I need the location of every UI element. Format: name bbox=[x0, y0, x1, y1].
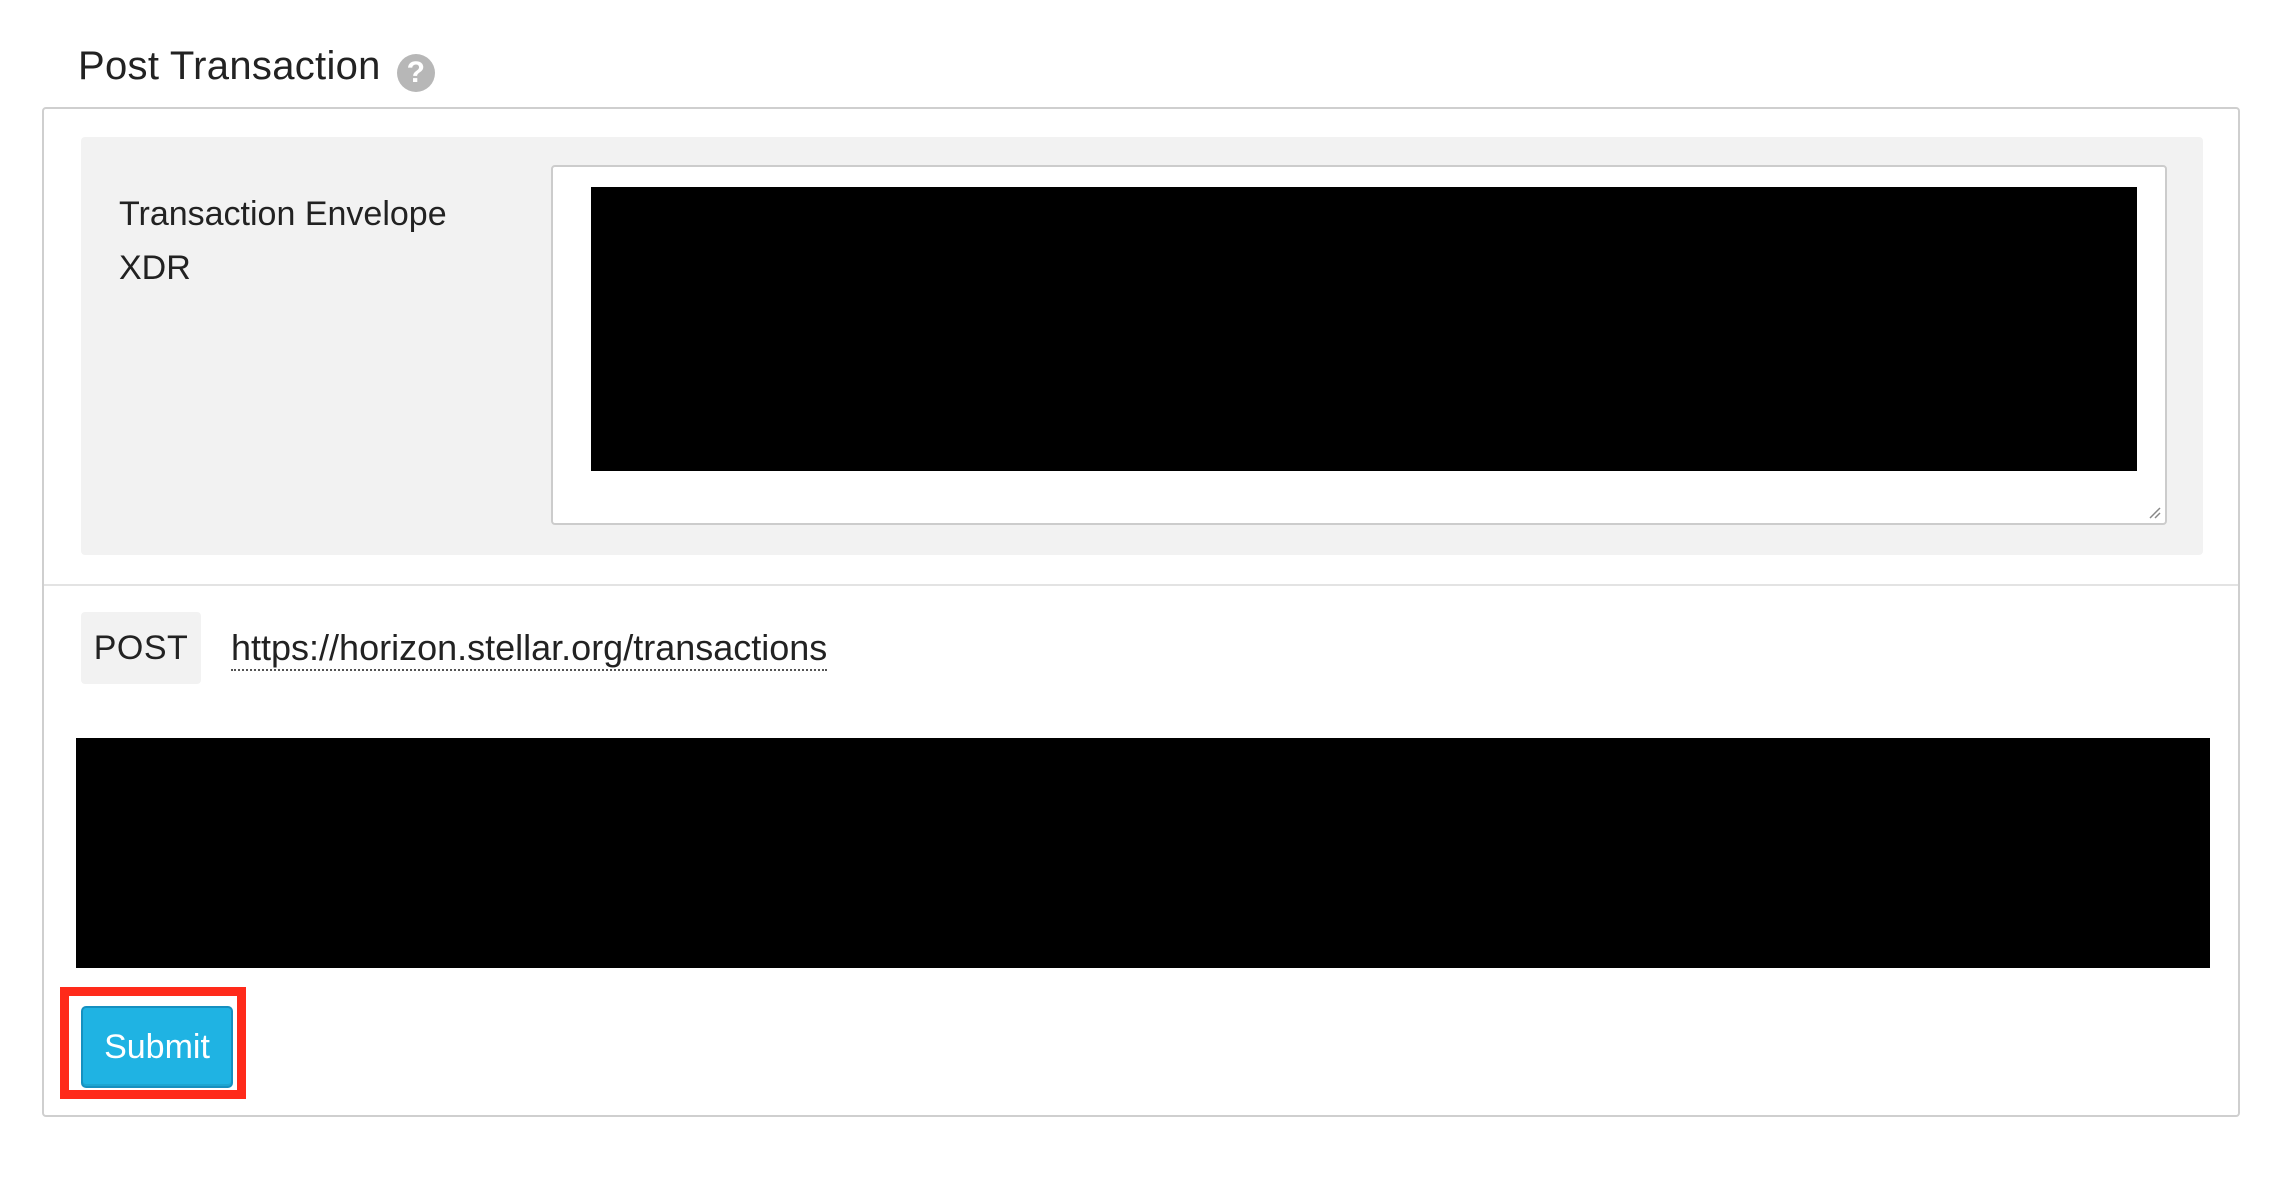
page-title: Post Transaction bbox=[78, 43, 381, 88]
envelope-xdr-label: Transaction Envelope XDR bbox=[119, 195, 447, 287]
submit-button[interactable]: Submit bbox=[81, 1006, 233, 1088]
resize-handle-icon[interactable] bbox=[2147, 505, 2161, 519]
section-divider bbox=[44, 584, 2238, 586]
redacted-response-area bbox=[76, 738, 2210, 968]
endpoint-url-link[interactable]: https://horizon.stellar.org/transactions bbox=[231, 627, 828, 671]
redacted-xdr-content bbox=[591, 187, 2137, 471]
page-header: Post Transaction ? bbox=[78, 40, 435, 92]
transaction-panel: Transaction Envelope XDR POST https://ho… bbox=[42, 107, 2240, 1117]
envelope-field-row: Transaction Envelope XDR bbox=[81, 137, 2203, 555]
envelope-xdr-textarea[interactable] bbox=[551, 165, 2167, 525]
http-method-badge: POST bbox=[81, 612, 201, 684]
help-question-icon[interactable]: ? bbox=[396, 54, 435, 92]
